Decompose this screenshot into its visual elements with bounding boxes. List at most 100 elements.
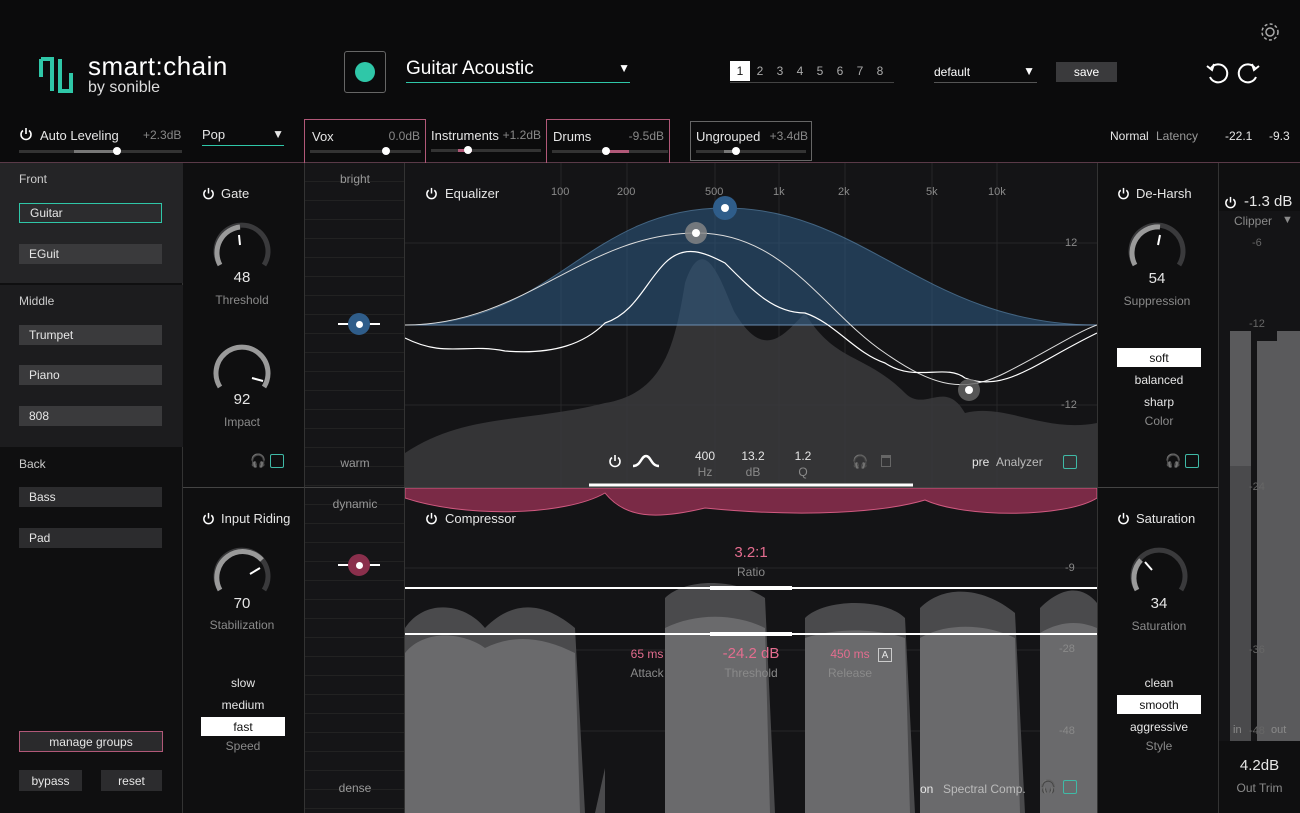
color-balanced[interactable]: balanced <box>1117 370 1201 389</box>
threshold-label: Threshold <box>724 666 778 680</box>
color-sharp[interactable]: sharp <box>1117 392 1201 411</box>
eq-db-value[interactable]: 13.2 <box>738 449 768 463</box>
stabilization-knob[interactable] <box>210 546 274 598</box>
profile-dropdown[interactable]: default ▼ <box>934 63 1037 83</box>
style-aggressive[interactable]: aggressive <box>1117 717 1201 736</box>
auto-leveling-slider[interactable] <box>19 147 182 155</box>
group-slider[interactable] <box>552 147 668 155</box>
slot-button[interactable]: 2 <box>750 61 770 81</box>
style-clean[interactable]: clean <box>1117 673 1201 692</box>
trash-icon[interactable] <box>881 455 891 467</box>
slot-button[interactable]: 3 <box>770 61 790 81</box>
in-label: in <box>1233 724 1242 736</box>
clipper-value[interactable]: -1.3 dB <box>1244 193 1292 210</box>
manage-groups-button[interactable]: manage groups <box>19 731 163 752</box>
auto-release-button[interactable]: A <box>878 648 892 662</box>
link-icon[interactable] <box>1063 455 1077 469</box>
latency-mode[interactable]: Normal <box>1110 129 1149 143</box>
bypass-button[interactable]: bypass <box>19 770 82 791</box>
eq-graph[interactable] <box>405 163 1097 488</box>
power-icon[interactable] <box>1117 187 1130 200</box>
group-slider[interactable] <box>696 147 806 155</box>
undo-icon[interactable] <box>1205 60 1231 86</box>
eq-hz-value[interactable]: 400 <box>690 449 720 463</box>
saturation-panel: Saturation 34 Saturation clean smooth ag… <box>1097 488 1219 813</box>
dynamics-handle[interactable] <box>338 554 380 576</box>
group-vox[interactable]: Vox 0.0dB <box>304 119 426 163</box>
group-ungrouped[interactable]: Ungrouped +3.4dB <box>690 121 812 161</box>
eq-q-value[interactable]: 1.2 <box>788 449 818 463</box>
group-value: 0.0dB <box>388 129 420 143</box>
speed-medium[interactable]: medium <box>201 695 285 714</box>
sidebar-item-trumpet[interactable]: Trumpet <box>19 325 162 345</box>
slider-handle[interactable] <box>113 147 121 155</box>
sidebar-item-eguit[interactable]: EGuit <box>19 244 162 264</box>
release-value[interactable]: 450 ms <box>815 647 885 661</box>
color-soft[interactable]: soft <box>1117 348 1201 367</box>
power-icon[interactable] <box>1224 196 1237 209</box>
threshold-value[interactable]: -24.2 dB <box>705 645 797 662</box>
spectral-on-toggle[interactable]: on <box>920 782 933 796</box>
impact-knob[interactable] <box>210 343 274 395</box>
threshold-knob[interactable] <box>210 221 274 273</box>
attack-value[interactable]: 65 ms <box>617 647 677 661</box>
reset-button[interactable]: reset <box>101 770 162 791</box>
slot-button[interactable]: 5 <box>810 61 830 81</box>
preset-dropdown[interactable]: Guitar Acoustic ▼ <box>406 58 630 83</box>
save-button[interactable]: save <box>1056 62 1117 82</box>
group-name: Vox <box>312 129 334 144</box>
headphones-icon[interactable]: 🎧 <box>250 453 266 469</box>
power-icon[interactable] <box>19 127 33 141</box>
settings-gear-icon[interactable] <box>1259 21 1281 43</box>
preset-color-button[interactable] <box>344 51 386 93</box>
freq-tick: 100 <box>551 186 570 198</box>
suppression-knob[interactable] <box>1125 221 1189 273</box>
out-trim-value[interactable]: 4.2dB <box>1219 757 1300 774</box>
slot-button[interactable]: 8 <box>870 61 890 81</box>
headphones-icon[interactable]: 🎧 <box>1165 453 1181 469</box>
saturation-knob[interactable] <box>1127 546 1191 598</box>
chevron-down-icon[interactable]: ▼ <box>1282 214 1293 226</box>
redo-icon[interactable] <box>1235 60 1261 86</box>
band-power-icon[interactable] <box>608 454 622 468</box>
bell-filter-icon[interactable] <box>631 453 661 469</box>
speed-fast[interactable]: fast <box>201 717 285 736</box>
power-icon[interactable] <box>202 512 215 525</box>
preset-name: Guitar Acoustic <box>406 58 534 79</box>
slot-button[interactable]: 4 <box>790 61 810 81</box>
link-icon[interactable] <box>270 454 284 468</box>
genre-dropdown[interactable]: Pop ▼ <box>202 126 284 146</box>
slot-button[interactable]: 7 <box>850 61 870 81</box>
slot-button[interactable]: 1 <box>730 61 750 81</box>
analyzer-pre-toggle[interactable]: pre <box>972 455 989 469</box>
headphones-icon[interactable]: 🎧 <box>1040 779 1056 795</box>
sidebar-item-bass[interactable]: Bass <box>19 487 162 507</box>
ratio-value[interactable]: 3.2:1 <box>710 544 792 561</box>
saturation-value: 34 <box>1150 595 1168 612</box>
clipper-label: Clipper <box>1234 214 1273 228</box>
group-slider[interactable] <box>431 146 541 154</box>
power-icon[interactable] <box>1117 512 1130 525</box>
power-icon[interactable] <box>425 512 438 525</box>
style-smooth[interactable]: smooth <box>1117 695 1201 714</box>
attack-label: Attack <box>630 666 664 680</box>
tone-handle[interactable] <box>338 313 380 335</box>
group-slider[interactable] <box>310 147 421 155</box>
sidebar-item-808[interactable]: 808 <box>19 406 162 426</box>
group-drums[interactable]: Drums -9.5dB <box>546 119 670 163</box>
slot-button[interactable]: 6 <box>830 61 850 81</box>
link-icon[interactable] <box>1063 780 1077 794</box>
group-instruments[interactable]: Instruments +1.2dB <box>426 119 546 163</box>
power-icon[interactable] <box>202 187 215 200</box>
power-icon[interactable] <box>425 187 438 200</box>
link-icon[interactable] <box>1185 454 1199 468</box>
suppression-label: Suppression <box>1123 294 1191 308</box>
gate-title: Gate <box>221 186 250 201</box>
db-tick: -28 <box>1059 643 1075 655</box>
deharsh-panel: De-Harsh 54 Suppression soft balanced sh… <box>1097 163 1219 488</box>
speed-slow[interactable]: slow <box>201 673 285 692</box>
headphones-icon[interactable]: 🎧 <box>852 454 868 470</box>
sidebar-item-guitar[interactable]: Guitar <box>19 203 162 223</box>
sidebar-item-piano[interactable]: Piano <box>19 365 162 385</box>
sidebar-item-pad[interactable]: Pad <box>19 528 162 548</box>
